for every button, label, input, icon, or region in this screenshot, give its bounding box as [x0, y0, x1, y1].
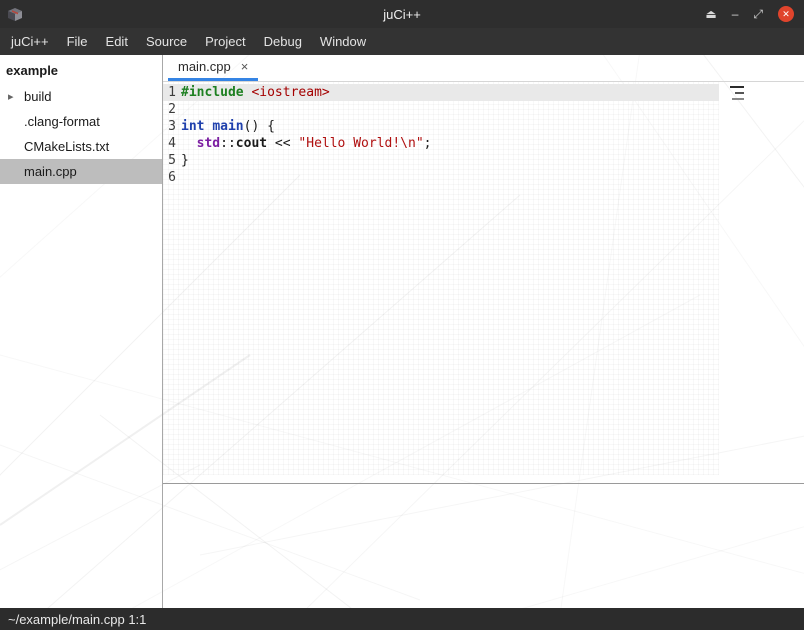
menu-item-file[interactable]: File [58, 28, 97, 55]
code-area[interactable]: 1#include <iostream>23int main() {4 std:… [163, 82, 804, 186]
title-bar: juCi++ ⏏ – ⤢ ✕ [0, 0, 804, 28]
line-number: 6 [163, 169, 176, 186]
minimap-mark [735, 92, 744, 94]
line-number: 3 [163, 118, 176, 135]
code-token: cout [236, 136, 267, 151]
code-token: :: [220, 136, 236, 151]
code-line-5[interactable]: 5} [163, 152, 719, 169]
tree-item-build[interactable]: ▸ build [0, 84, 162, 109]
close-button[interactable]: ✕ [778, 6, 794, 22]
minimap-mark [732, 98, 744, 100]
window-title: juCi++ [0, 7, 804, 22]
minimap [730, 86, 744, 100]
file-tree: ▸ build .clang-format CMakeLists.txt main.cp… [0, 84, 162, 184]
code-token: ; [424, 136, 432, 151]
tree-item-clang-format[interactable]: .clang-format [0, 109, 162, 134]
tree-item-main-cpp[interactable]: main.cpp [0, 159, 162, 184]
code-token: "Hello World!\n" [298, 136, 423, 151]
code-token: () { [244, 119, 275, 134]
line-number: 2 [163, 101, 176, 118]
code-token [181, 136, 197, 151]
minimap-mark [730, 86, 744, 88]
code-line-text: } [181, 152, 189, 169]
code-line-2[interactable]: 2 [163, 101, 719, 118]
project-root-label: example [0, 55, 162, 84]
code-token: int [181, 119, 204, 134]
code-line-4[interactable]: 4 std::cout << "Hello World!\n"; [163, 135, 719, 152]
expander-icon[interactable]: ▸ [8, 90, 14, 103]
code-token: std [197, 136, 220, 151]
code-token: <iostream> [251, 85, 329, 100]
code-token: << [267, 136, 298, 151]
tab-close-icon[interactable]: × [241, 59, 249, 74]
tab-main-cpp[interactable]: main.cpp × [168, 55, 258, 81]
app-window: juCi++ ⏏–⤢✕ juCi++FileEditSourceProjectD… [0, 0, 804, 630]
restore-button[interactable]: ⤢ [753, 8, 763, 20]
status-file-position: ~/example/main.cpp 1:1 [8, 612, 146, 627]
tree-item-label: main.cpp [24, 164, 77, 179]
code-line-1[interactable]: 1 #include <iostream> [163, 84, 719, 101]
code-line-text: #include <iostream> [181, 84, 330, 101]
tree-item-cmakelists-txt[interactable]: CMakeLists.txt [0, 134, 162, 159]
code-line-3[interactable]: 3 int main() { [163, 118, 719, 135]
tree-item-label: CMakeLists.txt [24, 139, 109, 154]
output-panel[interactable] [163, 485, 804, 608]
editor-pane[interactable]: 1#include <iostream>23int main() {4 std:… [163, 82, 804, 483]
eject-button[interactable]: ⏏ [705, 8, 716, 20]
code-token: } [181, 153, 189, 168]
line-number: 4 [163, 135, 176, 152]
code-line-6[interactable]: 6 [163, 169, 719, 186]
tab-label: main.cpp [178, 59, 231, 74]
menu-bar: juCi++FileEditSourceProjectDebugWindow [0, 28, 804, 55]
editor-column: main.cpp × 1 #include <iostream> 23 int main… [163, 55, 804, 608]
menu-item-project[interactable]: Project [196, 28, 254, 55]
tab-bar: main.cpp × [163, 55, 804, 82]
file-tree-panel: example ▸ build .clang-format CMakeLists.tx… [0, 55, 163, 608]
code-line-text: std::cout << "Hello World!\n"; [181, 135, 431, 152]
code-token: main [212, 119, 243, 134]
tree-item-label: .clang-format [24, 114, 100, 129]
content-area: example ▸ build .clang-format CMakeLists.tx… [0, 55, 804, 608]
minimize-button[interactable]: – [732, 8, 739, 20]
tree-item-label: build [24, 89, 51, 104]
line-number: 1 [163, 84, 176, 101]
code-token: #include [181, 85, 244, 100]
app-logo-icon [6, 6, 24, 23]
menu-item-juci[interactable]: juCi++ [2, 28, 58, 55]
window-controls: ⏏ – ⤢ ✕ [705, 6, 794, 22]
status-bar: ~/example/main.cpp 1:1 [0, 608, 804, 630]
menu-item-window[interactable]: Window [311, 28, 375, 55]
menu-item-debug[interactable]: Debug [255, 28, 311, 55]
line-number: 5 [163, 152, 176, 169]
menu-item-source[interactable]: Source [137, 28, 196, 55]
code-line-text: int main() { [181, 118, 275, 135]
menu-item-edit[interactable]: Edit [97, 28, 137, 55]
